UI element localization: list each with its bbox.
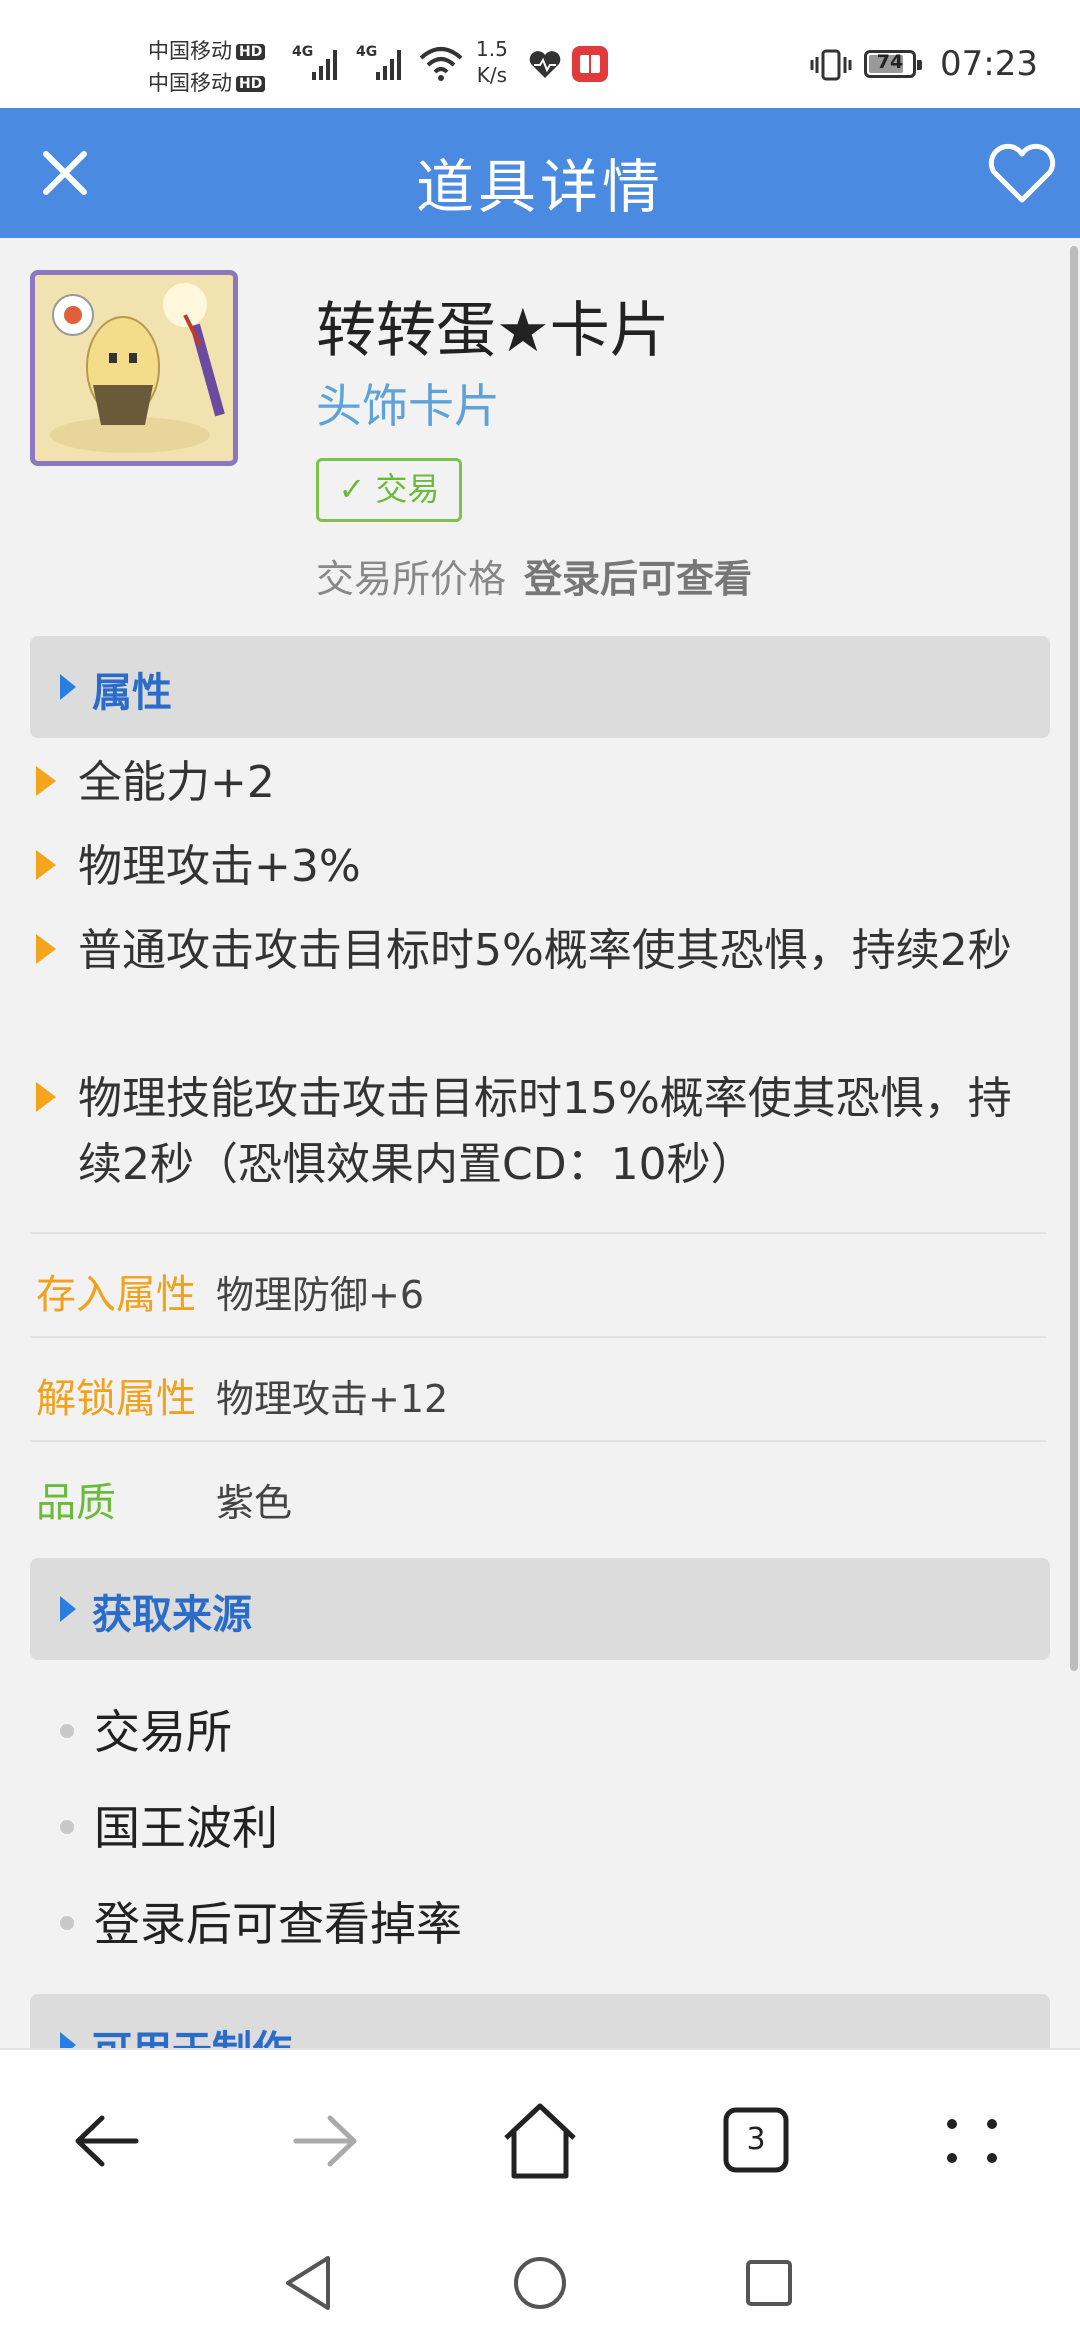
tab-count: 3 [746, 2122, 766, 2157]
favorite-button[interactable] [986, 142, 1058, 206]
scrollbar[interactable] [1070, 246, 1078, 1671]
tabs-button[interactable]: 3 [706, 2096, 806, 2186]
source-item[interactable]: 交易所 [94, 1696, 232, 1762]
net-speed: 1.5 K/s [476, 37, 508, 87]
item-type: 头饰卡片 [316, 379, 500, 433]
bullet-icon [36, 766, 56, 796]
app-bar: 道具详情 [0, 108, 1080, 238]
circle-home-icon [514, 2257, 566, 2309]
browser-bottom-nav: 3 [0, 2048, 1080, 2220]
attribute-item: 物理技能攻击攻击目标时15%概率使其恐惧，持续2秒（恐惧效果内置CD：10秒） [78, 1073, 1012, 1190]
item-detail-content[interactable]: 转转蛋★卡片 头饰卡片 ✓ 交易 交易所价格 登录后可查看 属性 全能力+2 物理… [0, 238, 1080, 2048]
arrow-left-icon [75, 2115, 139, 2167]
page-title: 道具详情 [415, 153, 664, 221]
expand-triangle-icon [60, 1596, 76, 1622]
deposit-value: 物理防御+6 [216, 1273, 425, 1317]
attribute-item: 物理攻击+3% [78, 841, 361, 892]
signal-icon [312, 44, 342, 80]
unlock-label: 解锁属性 [36, 1376, 196, 1422]
battery-icon: 74 [864, 50, 922, 78]
bullet-dot-icon [60, 1724, 74, 1738]
back-button[interactable] [58, 2096, 158, 2186]
source-item[interactable]: 登录后可查看掉率 [94, 1888, 462, 1954]
item-name: 转转蛋★卡片 [316, 296, 670, 366]
divider [30, 1336, 1046, 1338]
bullet-icon [36, 934, 56, 964]
carrier-2: 中国移动 HD [148, 67, 266, 97]
sources-section-header[interactable]: 获取来源 [30, 1558, 1050, 1660]
crafting-title: 可用于制作 [92, 2018, 292, 2048]
source-item[interactable]: 国王波利 [94, 1792, 278, 1858]
system-back-button[interactable] [274, 2248, 344, 2318]
health-heart-icon [529, 51, 561, 78]
trade-badge: ✓ 交易 [316, 458, 462, 522]
unlock-value: 物理攻击+12 [216, 1377, 449, 1421]
item-card-image [30, 270, 238, 466]
bullet-dot-icon [60, 1820, 74, 1834]
more-dots-icon [947, 2119, 997, 2163]
signal-icon [376, 44, 406, 80]
attributes-title: 属性 [92, 670, 172, 716]
forward-button[interactable] [274, 2096, 374, 2186]
attribute-item: 全能力+2 [78, 757, 275, 808]
arrow-right-icon [293, 2115, 357, 2167]
square-recents-icon [746, 2260, 792, 2306]
expand-triangle-icon [60, 2032, 76, 2048]
quality-value: 紫色 [216, 1481, 293, 1525]
clock: 07:23 [940, 44, 1038, 84]
reader-app-icon [572, 46, 608, 82]
network-type-2: 4G [356, 44, 378, 60]
quality-label: 品质 [36, 1480, 116, 1526]
carrier-1: 中国移动 HD [148, 35, 266, 65]
bullet-icon [36, 850, 56, 880]
bullet-icon [36, 1082, 56, 1112]
home-icon [504, 2103, 576, 2179]
vibrate-icon [810, 49, 852, 81]
expand-triangle-icon [60, 674, 76, 700]
system-recents-button[interactable] [734, 2248, 804, 2318]
status-bar: 中国移动 HD 中国移动 HD 4G 4G 1.5 K/s 74 07:23 [0, 0, 1080, 108]
deposit-label: 存入属性 [36, 1272, 196, 1318]
home-button[interactable] [490, 2096, 590, 2186]
system-home-button[interactable] [505, 2248, 575, 2318]
sources-title: 获取来源 [92, 1592, 252, 1638]
divider [30, 1232, 1046, 1234]
price-value: 登录后可查看 [524, 557, 753, 601]
crafting-section-header[interactable]: 可用于制作 [30, 1994, 1050, 2048]
system-nav-bar [0, 2218, 1080, 2340]
menu-button[interactable] [922, 2096, 1022, 2186]
bullet-dot-icon [60, 1916, 74, 1930]
heart-outline-icon [988, 143, 1056, 203]
wifi-icon [419, 47, 463, 81]
divider [30, 1440, 1046, 1442]
attributes-section-header[interactable]: 属性 [30, 636, 1050, 738]
price-row: 交易所价格 登录后可查看 [316, 548, 752, 603]
price-label: 交易所价格 [316, 557, 507, 601]
network-type-1: 4G [292, 44, 314, 60]
attribute-item: 普通攻击攻击目标时5%概率使其恐惧，持续2秒 [78, 925, 1012, 976]
triangle-back-icon [286, 2256, 330, 2310]
